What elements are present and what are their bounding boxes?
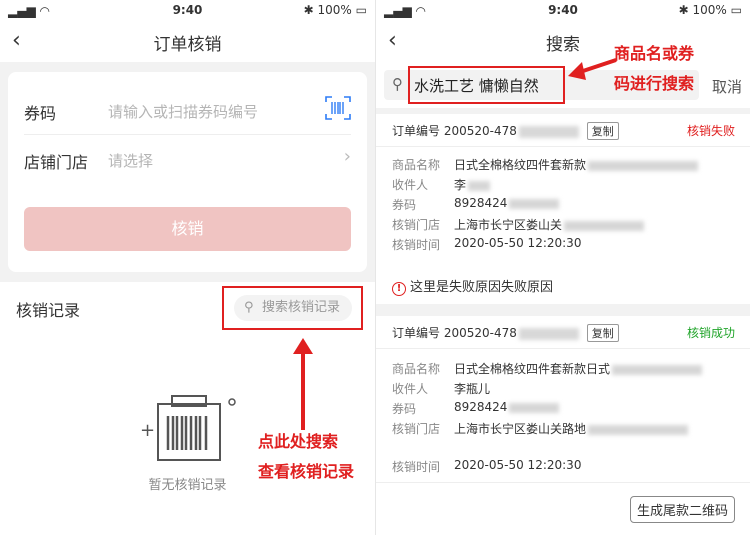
redacted bbox=[509, 402, 560, 413]
status-badge: 核销失败 bbox=[686, 124, 735, 138]
product-label: 商品名称 bbox=[392, 362, 441, 376]
search-icon: ⚲ bbox=[392, 75, 403, 93]
generate-qr-button[interactable]: 生成尾款二维码 bbox=[629, 496, 735, 523]
fail-reason: ! 这里是失败原因失败原因 bbox=[392, 276, 553, 296]
annotation-text-1: 点此处搜索 bbox=[258, 432, 339, 451]
product-row: 商品名称 日式全棉格纹四件套新款 bbox=[392, 156, 699, 173]
highlight-box bbox=[408, 66, 565, 104]
time-value: 2020-05-50 12:20:30 bbox=[454, 236, 582, 250]
divider bbox=[376, 146, 750, 147]
redacted bbox=[518, 327, 579, 340]
time-row: 核销时间 2020-05-50 12:20:30 bbox=[392, 236, 581, 253]
recipient-row: 收件人 李 bbox=[392, 176, 491, 193]
store-label: 核销门店 bbox=[392, 422, 441, 436]
highlight-box bbox=[222, 286, 363, 330]
order-card[interactable]: 订单编号 200520-478 复制 核销失败 商品名称 日式全棉格纹四件套新款 … bbox=[376, 114, 750, 304]
store-label: 核销门店 bbox=[392, 218, 441, 232]
status-bar: ▂▄▆ ◠ 9:40 ✱ 100% ▭ bbox=[0, 0, 375, 22]
divider bbox=[376, 348, 750, 349]
time-label: 核销时间 bbox=[392, 460, 441, 474]
coupon-label: 券码 bbox=[392, 198, 417, 212]
coupon-value: 8928424 bbox=[454, 400, 508, 414]
store-value: 上海市长宁区娄山关路地 bbox=[454, 422, 587, 436]
verify-button[interactable]: 核销 bbox=[24, 207, 351, 251]
battery-percent: 100% bbox=[317, 3, 352, 17]
redacted bbox=[612, 364, 703, 375]
annotation-arrow-left bbox=[568, 58, 617, 80]
order-card[interactable]: 订单编号 200520-478 复制 核销成功 商品名称 日式全棉格纹四件套新款日… bbox=[376, 316, 750, 535]
recipient-label: 收件人 bbox=[392, 178, 429, 192]
annotation-text-2: 码进行搜索 bbox=[614, 74, 695, 93]
time-row: 核销时间 2020-05-50 12:20:30 bbox=[392, 458, 581, 475]
page-title: 订单核销 bbox=[153, 35, 222, 55]
order-number-label: 订单编号 bbox=[392, 124, 441, 138]
records-label: 核销记录 bbox=[16, 301, 81, 320]
annotation-text-1: 商品名或券 bbox=[614, 44, 695, 63]
recipient-label: 收件人 bbox=[392, 382, 429, 396]
coupon-input[interactable]: 请输入或扫描券码编号 bbox=[108, 101, 258, 122]
order-number-row: 订单编号 200520-478 复制 bbox=[392, 122, 619, 140]
redacted bbox=[564, 220, 645, 231]
store-row: 核销门店 上海市长宁区娄山关 bbox=[392, 216, 645, 233]
store-row: 核销门店 上海市长宁区娄山关路地 bbox=[392, 420, 689, 437]
time-label: 核销时间 bbox=[392, 238, 441, 252]
cancel-button[interactable]: 取消 bbox=[712, 76, 742, 97]
redacted bbox=[588, 424, 689, 435]
alert-icon: ! bbox=[392, 282, 406, 296]
battery-percent: 100% bbox=[692, 3, 727, 17]
order-number: 200520-478 bbox=[443, 326, 517, 340]
time-value: 2020-05-50 12:20:30 bbox=[454, 458, 582, 472]
recipient-value: 李瓶儿 bbox=[454, 382, 491, 396]
product-label: 商品名称 bbox=[392, 158, 441, 172]
order-number-label: 订单编号 bbox=[392, 326, 441, 340]
barcode-scan-icon[interactable] bbox=[325, 96, 351, 120]
coupon-row: 券码 8928424 bbox=[392, 196, 560, 213]
verify-form-card: 券码 请输入或扫描券码编号 店铺门店 请选择 › 核销 bbox=[8, 72, 367, 272]
product-value: 日式全棉格纹四件套新款日式 bbox=[454, 362, 611, 376]
store-label: 店铺门店 bbox=[24, 153, 89, 172]
product-value: 日式全棉格纹四件套新款 bbox=[454, 158, 587, 172]
annotation-text-2: 查看核销记录 bbox=[258, 462, 355, 481]
divider bbox=[376, 482, 750, 483]
nav-bar: ‹ 订单核销 bbox=[0, 22, 375, 62]
copy-button[interactable]: 复制 bbox=[586, 122, 619, 140]
battery-indicator: ✱ 100% ▭ bbox=[678, 3, 742, 17]
fail-reason-text: 这里是失败原因失败原因 bbox=[410, 280, 554, 295]
coupon-value: 8928424 bbox=[454, 196, 508, 210]
redacted bbox=[509, 198, 560, 209]
order-number-row: 订单编号 200520-478 复制 bbox=[392, 324, 619, 342]
annotation-arrow-up bbox=[293, 338, 313, 430]
order-number: 200520-478 bbox=[443, 124, 517, 138]
battery-indicator: ✱ 100% ▭ bbox=[303, 3, 367, 17]
order-verify-screen: ▂▄▆ ◠ 9:40 ✱ 100% ▭ ‹ 订单核销 券码 请输入或扫描券码编号… bbox=[0, 0, 375, 535]
redacted bbox=[518, 125, 579, 138]
svg-text:+: + bbox=[140, 420, 155, 441]
search-screen: ▂▄▆ ◠ 9:40 ✱ 100% ▭ ‹ 搜索 ⚲ 水洗工艺 慵懒自然 取消 … bbox=[375, 0, 750, 535]
product-row: 商品名称 日式全棉格纹四件套新款日式 bbox=[392, 360, 703, 377]
redacted bbox=[468, 180, 491, 191]
redacted bbox=[588, 160, 699, 171]
store-value: 上海市长宁区娄山关 bbox=[454, 218, 563, 232]
recipient-value: 李 bbox=[454, 178, 467, 192]
status-bar: ▂▄▆ ◠ 9:40 ✱ 100% ▭ bbox=[376, 0, 750, 22]
chevron-right-icon[interactable]: › bbox=[344, 146, 351, 167]
empty-records-icon: + bbox=[140, 395, 236, 461]
recipient-row: 收件人 李瓶儿 bbox=[392, 380, 490, 397]
coupon-label: 券码 bbox=[24, 104, 57, 123]
status-badge: 核销成功 bbox=[686, 326, 735, 340]
copy-button[interactable]: 复制 bbox=[586, 324, 619, 342]
records-header: 核销记录 ⚲ 搜索核销记录 bbox=[0, 282, 375, 334]
store-select[interactable]: 请选择 bbox=[108, 150, 153, 171]
coupon-row: 券码 8928424 bbox=[392, 400, 560, 417]
coupon-label: 券码 bbox=[392, 402, 417, 416]
divider bbox=[24, 134, 351, 135]
